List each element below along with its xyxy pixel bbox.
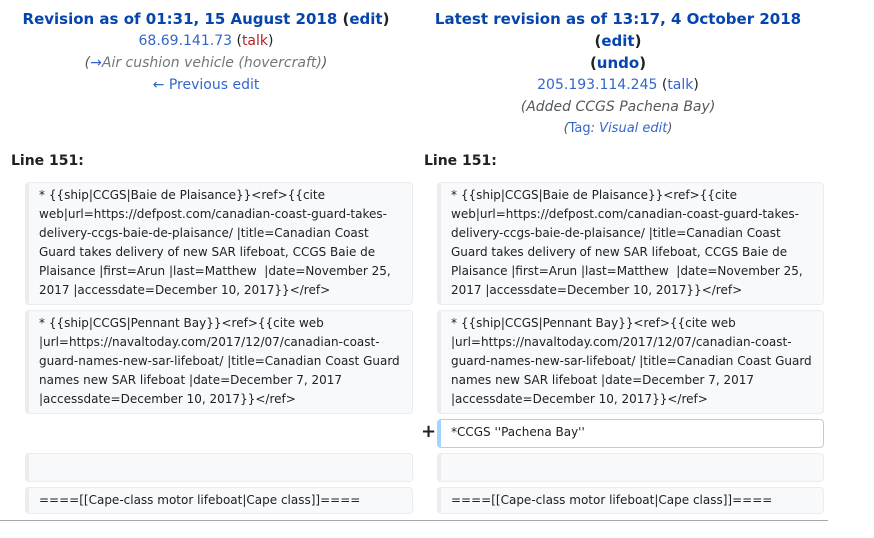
- left-summary-section: Air cushion vehicle (hovercraft): [101, 55, 322, 71]
- right-summary-text: Added CCGS Pachena Bay: [526, 99, 710, 115]
- tag-value-link[interactable]: Visual edit: [599, 121, 667, 136]
- diff-context-left: ====[[Cape-class motor lifeboat|Cape cla…: [25, 487, 413, 514]
- right-revision-link[interactable]: Latest revision as of 13:17, 4 October 2…: [435, 10, 801, 28]
- right-talk-link[interactable]: talk: [667, 77, 693, 93]
- right-user-link[interactable]: 205.193.114.245: [537, 77, 657, 93]
- added-line-marker: +: [421, 421, 437, 442]
- left-revision-title: Revision as of 01:31, 15 August 2018 (ed…: [22, 10, 390, 28]
- left-user-link[interactable]: 68.69.141.73: [139, 33, 233, 49]
- right-undo-line: (undo): [589, 54, 647, 72]
- right-tag-line: (Tag: Visual edit): [563, 121, 673, 136]
- left-summary-arrow-link[interactable]: →: [90, 55, 102, 71]
- diff-empty-right: [437, 453, 824, 482]
- tag-link[interactable]: Tag: [569, 121, 591, 136]
- left-user-line: 68.69.141.73 (talk): [138, 33, 274, 49]
- left-line-number: Line 151:: [11, 153, 84, 169]
- right-revision-header: Latest revision as of 13:17, 4 October 2…: [412, 8, 824, 140]
- diff-added-line: *CCGS ''Pachena Bay'': [437, 419, 824, 448]
- undo-link[interactable]: undo: [597, 54, 639, 72]
- diff-context-right: ====[[Cape-class motor lifeboat|Cape cla…: [437, 487, 824, 514]
- diff-context-left: * {{ship|CCGS|Pennant Bay}}<ref>{{cite w…: [25, 310, 413, 414]
- diff-empty-left: [25, 453, 413, 482]
- diff-context-right: * {{ship|CCGS|Pennant Bay}}<ref>{{cite w…: [437, 310, 824, 414]
- right-edit-link[interactable]: edit: [601, 32, 634, 50]
- left-edit-link[interactable]: edit: [349, 10, 382, 28]
- right-user-line: 205.193.114.245 (talk): [537, 77, 699, 93]
- right-revision-title: Latest revision as of 13:17, 4 October 2…: [434, 10, 802, 50]
- left-talk-link[interactable]: talk: [242, 33, 268, 49]
- previous-edit-link[interactable]: ← Previous edit: [153, 77, 260, 93]
- diff-context-right: * {{ship|CCGS|Baie de Plaisance}}<ref>{{…: [437, 182, 824, 305]
- left-edit-summary: (→Air cushion vehicle (hovercraft)): [84, 55, 328, 71]
- right-edit-summary: (Added CCGS Pachena Bay): [520, 99, 716, 115]
- right-line-number: Line 151:: [424, 153, 497, 169]
- left-revision-link[interactable]: Revision as of 01:31, 15 August 2018: [23, 10, 338, 28]
- diff-context-left: * {{ship|CCGS|Baie de Plaisance}}<ref>{{…: [25, 182, 413, 305]
- left-revision-header: Revision as of 01:31, 15 August 2018 (ed…: [0, 8, 412, 96]
- diff-bottom-rule: [0, 520, 828, 521]
